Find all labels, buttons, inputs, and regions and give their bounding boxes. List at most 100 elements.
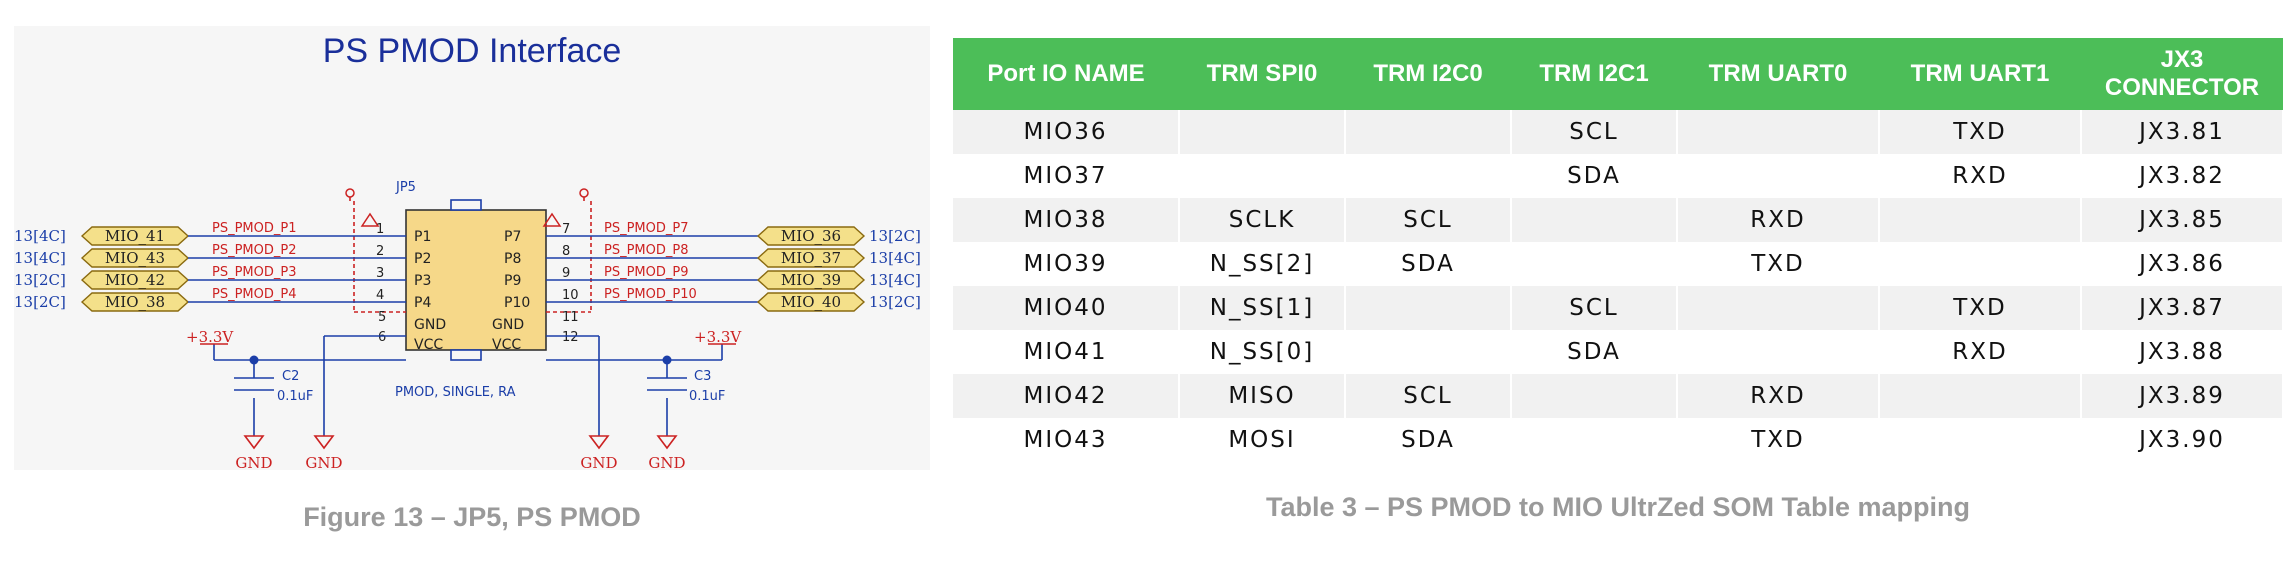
table-cell: MIO41 [953,330,1180,374]
left-nets: 13[4C] MIO_41 PS_PMOD_P1 1 P1 13[4C] MIO_43 PS_… [14,221,431,312]
table-cell: MIO39 [953,242,1180,286]
bank-label: 13[2C] [14,293,66,311]
table-cell [1677,154,1880,198]
ground-label: GND [648,454,685,470]
ground-icon [243,435,265,450]
table-row: MIO41 N_SS[0] SDA RXD JX3.88 [953,330,2284,374]
bank-label: 13[2C] [14,271,66,289]
ground-label: GND [305,454,342,470]
table-cell: TXD [1677,418,1880,462]
table-cell: SCLK [1179,198,1346,242]
left-net: 13[4C] MIO_43 PS_PMOD_P2 2 P2 [14,243,431,268]
table-cell: RXD [1879,154,2082,198]
table-row: MIO39 N_SS[2] SDA TXD JX3.86 [953,242,2284,286]
table-cell [1879,198,2082,242]
test-point-right [579,188,589,198]
pin-name: P9 [504,273,521,289]
table-row: MIO40 N_SS[1] SCL TXD JX3.87 [953,286,2284,330]
cap-c3-value: 0.1uF [689,389,725,404]
ground-icon [656,435,678,450]
table-cell: N_SS[0] [1179,330,1346,374]
pin-number: 8 [562,244,570,259]
table-cell: MIO43 [953,418,1180,462]
pin-number: 11 [562,310,579,325]
table-cell: MIO37 [953,154,1180,198]
ground-icon [313,435,335,450]
connector-designator: JP5 [395,180,416,195]
table-cell [1879,242,2082,286]
table-cell [1345,286,1512,330]
table-cell: RXD [1677,198,1880,242]
table-cell: TXD [1879,110,2082,154]
mio-name: MIO_43 [105,249,165,267]
table-cell: SCL [1345,374,1512,418]
table-cell: TXD [1677,242,1880,286]
schematic-diagram: PS PMOD Interface JP5 PMOD, SINGLE, RA 1… [14,32,921,470]
mio-name: MIO_40 [781,293,841,311]
pin-number: 6 [378,330,386,345]
right-nets: P7 7 PS_PMOD_P7 MIO_36 13[2C] P8 8 PS_PMOD_P8 MI… [504,221,921,312]
right-net: P8 8 PS_PMOD_P8 MIO_37 13[4C] [504,243,921,268]
ground-symbols: GND GND GND GND [235,435,686,470]
table-cell: SDA [1345,242,1512,286]
column-header: TRM SPI0 [1179,38,1345,110]
bank-label: 13[2C] [869,227,921,245]
table-cell [1511,374,1678,418]
pin-number: 10 [562,288,579,303]
pin-number: 4 [376,288,384,303]
table-cell [1511,198,1678,242]
table-cell: JX3.82 [2081,154,2284,198]
net-name: PS_PMOD_P7 [604,221,689,236]
table-cell: MIO36 [953,110,1180,154]
table-cell [1677,110,1880,154]
column-header: JX3 CONNECTOR [2081,38,2283,110]
net-name: PS_PMOD_P4 [212,287,297,302]
pin-name: P8 [504,251,521,267]
pin-name: VCC [492,337,521,353]
schematic-panel: PS PMOD Interface JP5 PMOD, SINGLE, RA 1… [14,26,930,470]
left-net: 13[2C] MIO_42 PS_PMOD_P3 3 P3 [14,265,431,290]
net-name: PS_PMOD_P9 [604,265,689,280]
ground-label: GND [235,454,272,470]
connector-top-tab [450,199,482,211]
table-cell: JX3.81 [2081,110,2284,154]
table-cell: N_SS[2] [1179,242,1346,286]
table-cell: SCL [1511,110,1678,154]
table-cell [1179,110,1346,154]
pin-name: P2 [414,251,431,267]
table-cell: N_SS[1] [1179,286,1346,330]
bank-label: 13[4C] [869,249,921,267]
bank-label: 13[4C] [869,271,921,289]
table-row: MIO37 SDA RXD JX3.82 [953,154,2284,198]
connector-part-label: PMOD, SINGLE, RA [395,385,516,400]
table-cell: SDA [1511,154,1678,198]
pin-number: 5 [378,310,386,325]
table-cell: TXD [1879,286,2082,330]
table-cell: JX3.90 [2081,418,2284,462]
table-cell: MISO [1179,374,1346,418]
table-cell: MIO42 [953,374,1180,418]
table-cell: SDA [1345,418,1512,462]
pin-number: 1 [376,222,384,237]
table-row: MIO36 SCL TXD JX3.81 [953,110,2284,154]
bank-label: 13[4C] [14,249,66,267]
figure-caption: Figure 13 – JP5, PS PMOD [303,502,641,532]
pin-name: P4 [414,295,431,311]
mio-name: MIO_42 [105,271,165,289]
test-point-left [345,188,355,198]
table-cell: SCL [1511,286,1678,330]
pin-name: P10 [504,295,530,311]
cap-c3-ref: C3 [694,369,711,384]
schematic-title: PS PMOD Interface [323,32,622,70]
junction-right [662,355,672,365]
left-net: 13[2C] MIO_38 PS_PMOD_P4 4 P4 [14,287,431,312]
ground-label: GND [580,454,617,470]
bank-label: 13[4C] [14,227,66,245]
cap-c2-value: 0.1uF [277,389,313,404]
junction-left [249,355,259,365]
table-cell: SCL [1345,198,1512,242]
column-header: TRM UART1 [1879,38,2081,110]
pin-name: GND [492,317,524,333]
mio-name: MIO_41 [105,227,165,245]
table-cell: RXD [1879,330,2082,374]
